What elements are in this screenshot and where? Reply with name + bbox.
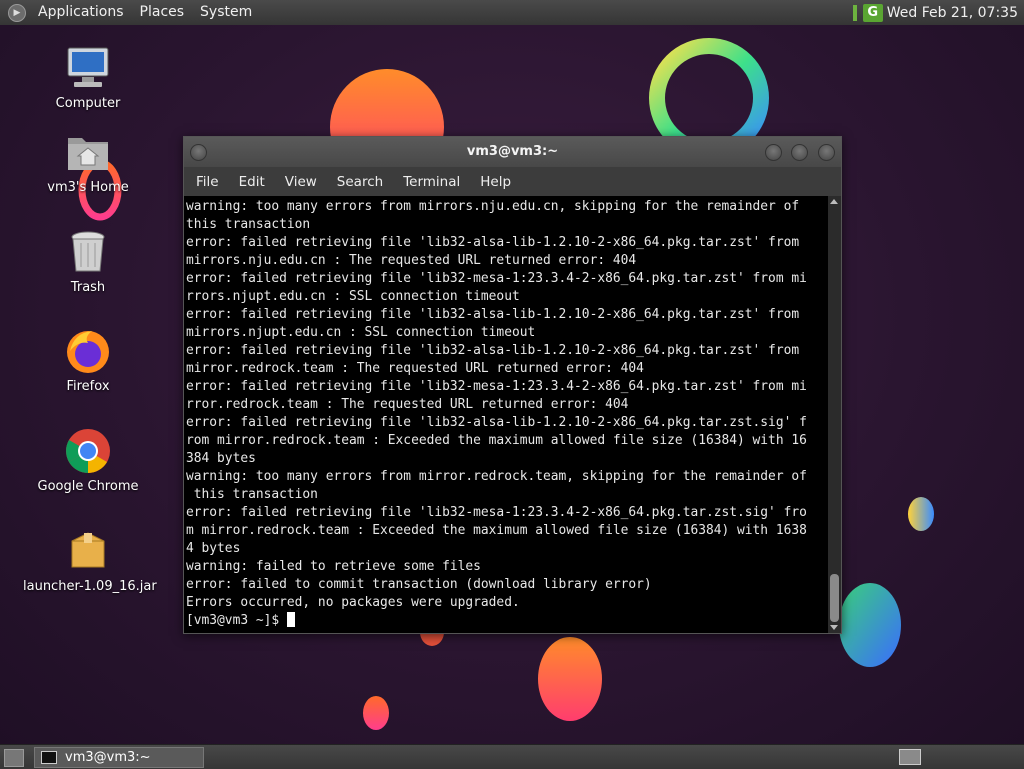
terminal-line: Errors occurred, no packages were upgrad…: [186, 595, 520, 610]
close-button[interactable]: [818, 144, 835, 161]
workspace-switcher[interactable]: [899, 749, 921, 765]
desktop-icon-label: Firefox: [66, 379, 110, 394]
menu-terminal[interactable]: Terminal: [393, 174, 470, 190]
terminal-line: error: failed to commit transaction (dow…: [186, 577, 652, 592]
clock[interactable]: Wed Feb 21, 07:35: [887, 5, 1024, 21]
terminal-line: this transaction: [186, 217, 311, 232]
terminal-line: mirrors.njupt.edu.cn : SSL connection ti…: [186, 325, 536, 340]
desktop-icon-label: vm3's Home: [47, 180, 129, 195]
terminal-line: error: failed retrieving file 'lib32-als…: [186, 415, 807, 430]
terminal-icon: [41, 751, 57, 764]
desktop-icon-chrome[interactable]: Google Chrome: [23, 427, 153, 494]
top-panel: ▶ Applications Places System G Wed Feb 2…: [0, 0, 1024, 26]
terminal-line: error: failed retrieving file 'lib32-mes…: [186, 505, 807, 520]
desktop-icon-firefox[interactable]: Firefox: [23, 327, 153, 394]
terminal-cursor: [286, 612, 295, 627]
maximize-button[interactable]: [791, 144, 808, 161]
menu-search[interactable]: Search: [327, 174, 393, 190]
menu-file[interactable]: File: [186, 174, 229, 190]
menu-view[interactable]: View: [275, 174, 327, 190]
terminal-line: m mirror.redrock.team : Exceeded the max…: [186, 523, 807, 538]
minimize-button[interactable]: [765, 144, 782, 161]
terminal-line: rror.redrock.team : The requested URL re…: [186, 397, 629, 412]
update-notifier-icon[interactable]: G: [862, 3, 883, 22]
terminal-window[interactable]: vm3@vm3:~ File Edit View Search Terminal…: [183, 136, 842, 634]
jar-file-icon: [64, 527, 112, 575]
terminal-output[interactable]: warning: too many errors from mirrors.nj…: [184, 196, 829, 633]
terminal-line: error: failed retrieving file 'lib32-als…: [186, 235, 800, 250]
chrome-icon: [64, 427, 112, 475]
terminal-line: 4 bytes: [186, 541, 241, 556]
computer-icon: [64, 44, 112, 92]
terminal-text: warning: too many errors from mirrors.nj…: [186, 198, 829, 630]
terminal-line: error: failed retrieving file 'lib32-mes…: [186, 379, 807, 394]
desktop-icon-label: Computer: [55, 96, 121, 111]
window-title: vm3@vm3:~: [466, 144, 559, 159]
terminal-line: error: failed retrieving file 'lib32-mes…: [186, 271, 807, 286]
desktop-icon-trash[interactable]: Trash: [23, 228, 153, 295]
scroll-down-icon[interactable]: [830, 625, 838, 630]
menu-places[interactable]: Places: [132, 0, 193, 25]
terminal-line: this transaction: [193, 487, 318, 502]
desktop-icon-home[interactable]: vm3's Home: [23, 128, 153, 195]
taskbar-button-terminal[interactable]: vm3@vm3:~: [34, 747, 204, 768]
scroll-up-icon[interactable]: [830, 199, 838, 204]
terminal-line: rrors.njupt.edu.cn : SSL connection time…: [186, 289, 520, 304]
window-titlebar[interactable]: vm3@vm3:~: [184, 137, 841, 167]
terminal-line: mirror.redrock.team : The requested URL …: [186, 361, 644, 376]
desktop-icon-label: Google Chrome: [37, 479, 139, 494]
menu-system[interactable]: System: [192, 0, 260, 25]
show-desktop-icon[interactable]: [4, 749, 24, 767]
desktop-icon-jar[interactable]: launcher-1.09_16.jar: [23, 527, 157, 594]
terminal-line: warning: too many errors from mirrors.nj…: [186, 199, 800, 214]
terminal-line: 384 bytes: [186, 451, 256, 466]
terminal-line: error: failed retrieving file 'lib32-als…: [186, 343, 800, 358]
window-menu-button[interactable]: [190, 144, 207, 161]
trash-icon: [64, 228, 112, 276]
menu-edit[interactable]: Edit: [229, 174, 275, 190]
terminal-line: error: failed retrieving file 'lib32-als…: [186, 307, 800, 322]
terminal-line: warning: failed to retrieve some files: [186, 559, 481, 574]
terminal-line: mirrors.nju.edu.cn : The requested URL r…: [186, 253, 637, 268]
terminal-prompt: [vm3@vm3 ~]$: [186, 613, 287, 628]
bottom-panel: vm3@vm3:~: [0, 744, 1024, 769]
terminal-menubar: File Edit View Search Terminal Help: [184, 167, 841, 196]
desktop-icon-computer[interactable]: Computer: [23, 44, 153, 111]
terminal-line: rom mirror.redrock.team : Exceeded the m…: [186, 433, 807, 448]
firefox-icon: [64, 327, 112, 375]
home-folder-icon: [64, 128, 112, 176]
desktop-icon-label: launcher-1.09_16.jar: [23, 579, 157, 594]
terminal-scrollbar[interactable]: [828, 196, 841, 633]
taskbar-label: vm3@vm3:~: [65, 750, 151, 765]
terminal-line: warning: too many errors from mirror.red…: [186, 469, 807, 484]
panel-indicator: [852, 4, 857, 21]
distro-logo-icon[interactable]: ▶: [8, 3, 26, 22]
scrollbar-thumb[interactable]: [830, 574, 839, 622]
desktop-icon-label: Trash: [70, 280, 106, 295]
menu-applications[interactable]: Applications: [30, 0, 132, 25]
menu-help[interactable]: Help: [470, 174, 521, 190]
